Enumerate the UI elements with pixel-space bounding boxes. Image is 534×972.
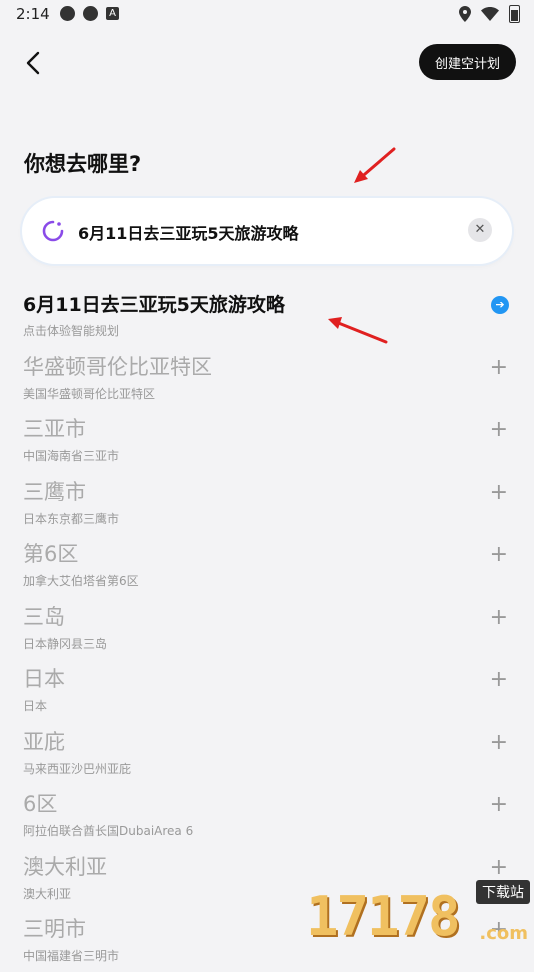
plus-icon[interactable]: +: [490, 544, 508, 566]
create-empty-plan-button[interactable]: 创建空计划: [418, 44, 516, 80]
suggestion-subtitle: 马来西亚沙巴州亚庇: [23, 761, 132, 776]
plus-icon[interactable]: +: [490, 794, 508, 816]
watermark-logo: 17178 下载站 .com: [306, 880, 534, 950]
suggestion-title: 澳大利亚: [23, 854, 107, 879]
suggestion-title: 三明市: [23, 917, 86, 941]
suggestion-title: 6区: [23, 792, 58, 816]
suggestion-title: 6月11日去三亚玩5天旅游攻略: [23, 294, 285, 316]
plus-icon[interactable]: +: [490, 669, 508, 691]
suggestion-subtitle: 日本东京都三鹰市: [23, 511, 120, 526]
suggestion-subtitle: 点击体验智能规划: [23, 324, 120, 338]
search-input[interactable]: [76, 216, 470, 248]
plus-icon[interactable]: +: [490, 481, 508, 504]
search-box[interactable]: ✕: [22, 198, 512, 264]
suggestion-subtitle: 日本静冈县三岛: [23, 636, 108, 651]
suggestion-title: 华盛顿哥伦比亚特区: [23, 354, 212, 379]
list-item[interactable]: 6区 阿拉伯联合酋长国DubaiArea 6 +: [0, 784, 534, 847]
suggestion-subtitle: 美国华盛顿哥伦比亚特区: [23, 386, 156, 401]
plus-icon[interactable]: +: [490, 356, 508, 379]
clear-icon[interactable]: ✕: [468, 218, 492, 242]
location-icon: [459, 6, 471, 22]
battery-icon: [509, 5, 520, 23]
watermark-domain: .com: [479, 923, 528, 944]
list-item[interactable]: 亚庇 马来西亚沙巴州亚庇 +: [0, 722, 534, 785]
arrow-right-icon[interactable]: ➔: [491, 296, 509, 314]
font-notification-icon: A: [106, 7, 119, 20]
list-item[interactable]: 日本 日本 +: [0, 659, 534, 722]
suggestion-list: 6月11日去三亚玩5天旅游攻略 点击体验智能规划 ➔ 华盛顿哥伦比亚特区 美国华…: [0, 284, 534, 972]
suggestion-subtitle: 澳大利亚: [23, 886, 72, 901]
list-item[interactable]: 华盛顿哥伦比亚特区 美国华盛顿哥伦比亚特区 +: [0, 347, 534, 410]
suggestion-title: 三亚市: [23, 417, 86, 441]
list-item[interactable]: 三鹰市 日本东京都三鹰市 +: [0, 472, 534, 535]
plus-icon[interactable]: +: [490, 419, 508, 441]
wifi-icon: [481, 7, 499, 21]
watermark-tag: 下载站: [476, 880, 530, 904]
list-item[interactable]: 三岛 日本静冈县三岛 +: [0, 597, 534, 660]
status-bar: 2:14 A: [0, 0, 534, 28]
status-time: 2:14: [16, 5, 50, 23]
suggestion-subtitle: 加拿大艾伯塔省第6区: [23, 574, 139, 588]
back-arrow-icon[interactable]: [20, 48, 50, 78]
list-item[interactable]: 第6区 加拿大艾伯塔省第6区 +: [0, 534, 534, 597]
suggestion-title: 第6区: [23, 542, 79, 566]
annotation-arrow-icon: [354, 147, 396, 183]
suggestion-title: 三鹰市: [23, 479, 86, 504]
app-notification-icon: [60, 6, 75, 21]
suggestion-title: 日本: [23, 667, 65, 691]
list-item[interactable]: 6月11日去三亚玩5天旅游攻略 点击体验智能规划 ➔: [0, 284, 534, 347]
suggestion-subtitle: 阿拉伯联合酋长国DubaiArea 6: [23, 824, 194, 838]
page-question: 你想去哪里?: [24, 152, 142, 176]
app-notification-icon: [83, 6, 98, 21]
suggestion-title: 三岛: [23, 604, 65, 629]
loading-spinner-icon: [42, 220, 64, 242]
plus-icon[interactable]: +: [490, 606, 508, 629]
suggestion-title: 亚庇: [23, 729, 65, 754]
list-item[interactable]: 三亚市 中国海南省三亚市 +: [0, 409, 534, 472]
suggestion-subtitle: 日本: [23, 699, 48, 713]
plus-icon[interactable]: +: [490, 731, 508, 754]
plus-icon[interactable]: +: [490, 856, 508, 879]
suggestion-subtitle: 中国海南省三亚市: [23, 449, 120, 463]
watermark-digits: 17178: [306, 885, 461, 948]
